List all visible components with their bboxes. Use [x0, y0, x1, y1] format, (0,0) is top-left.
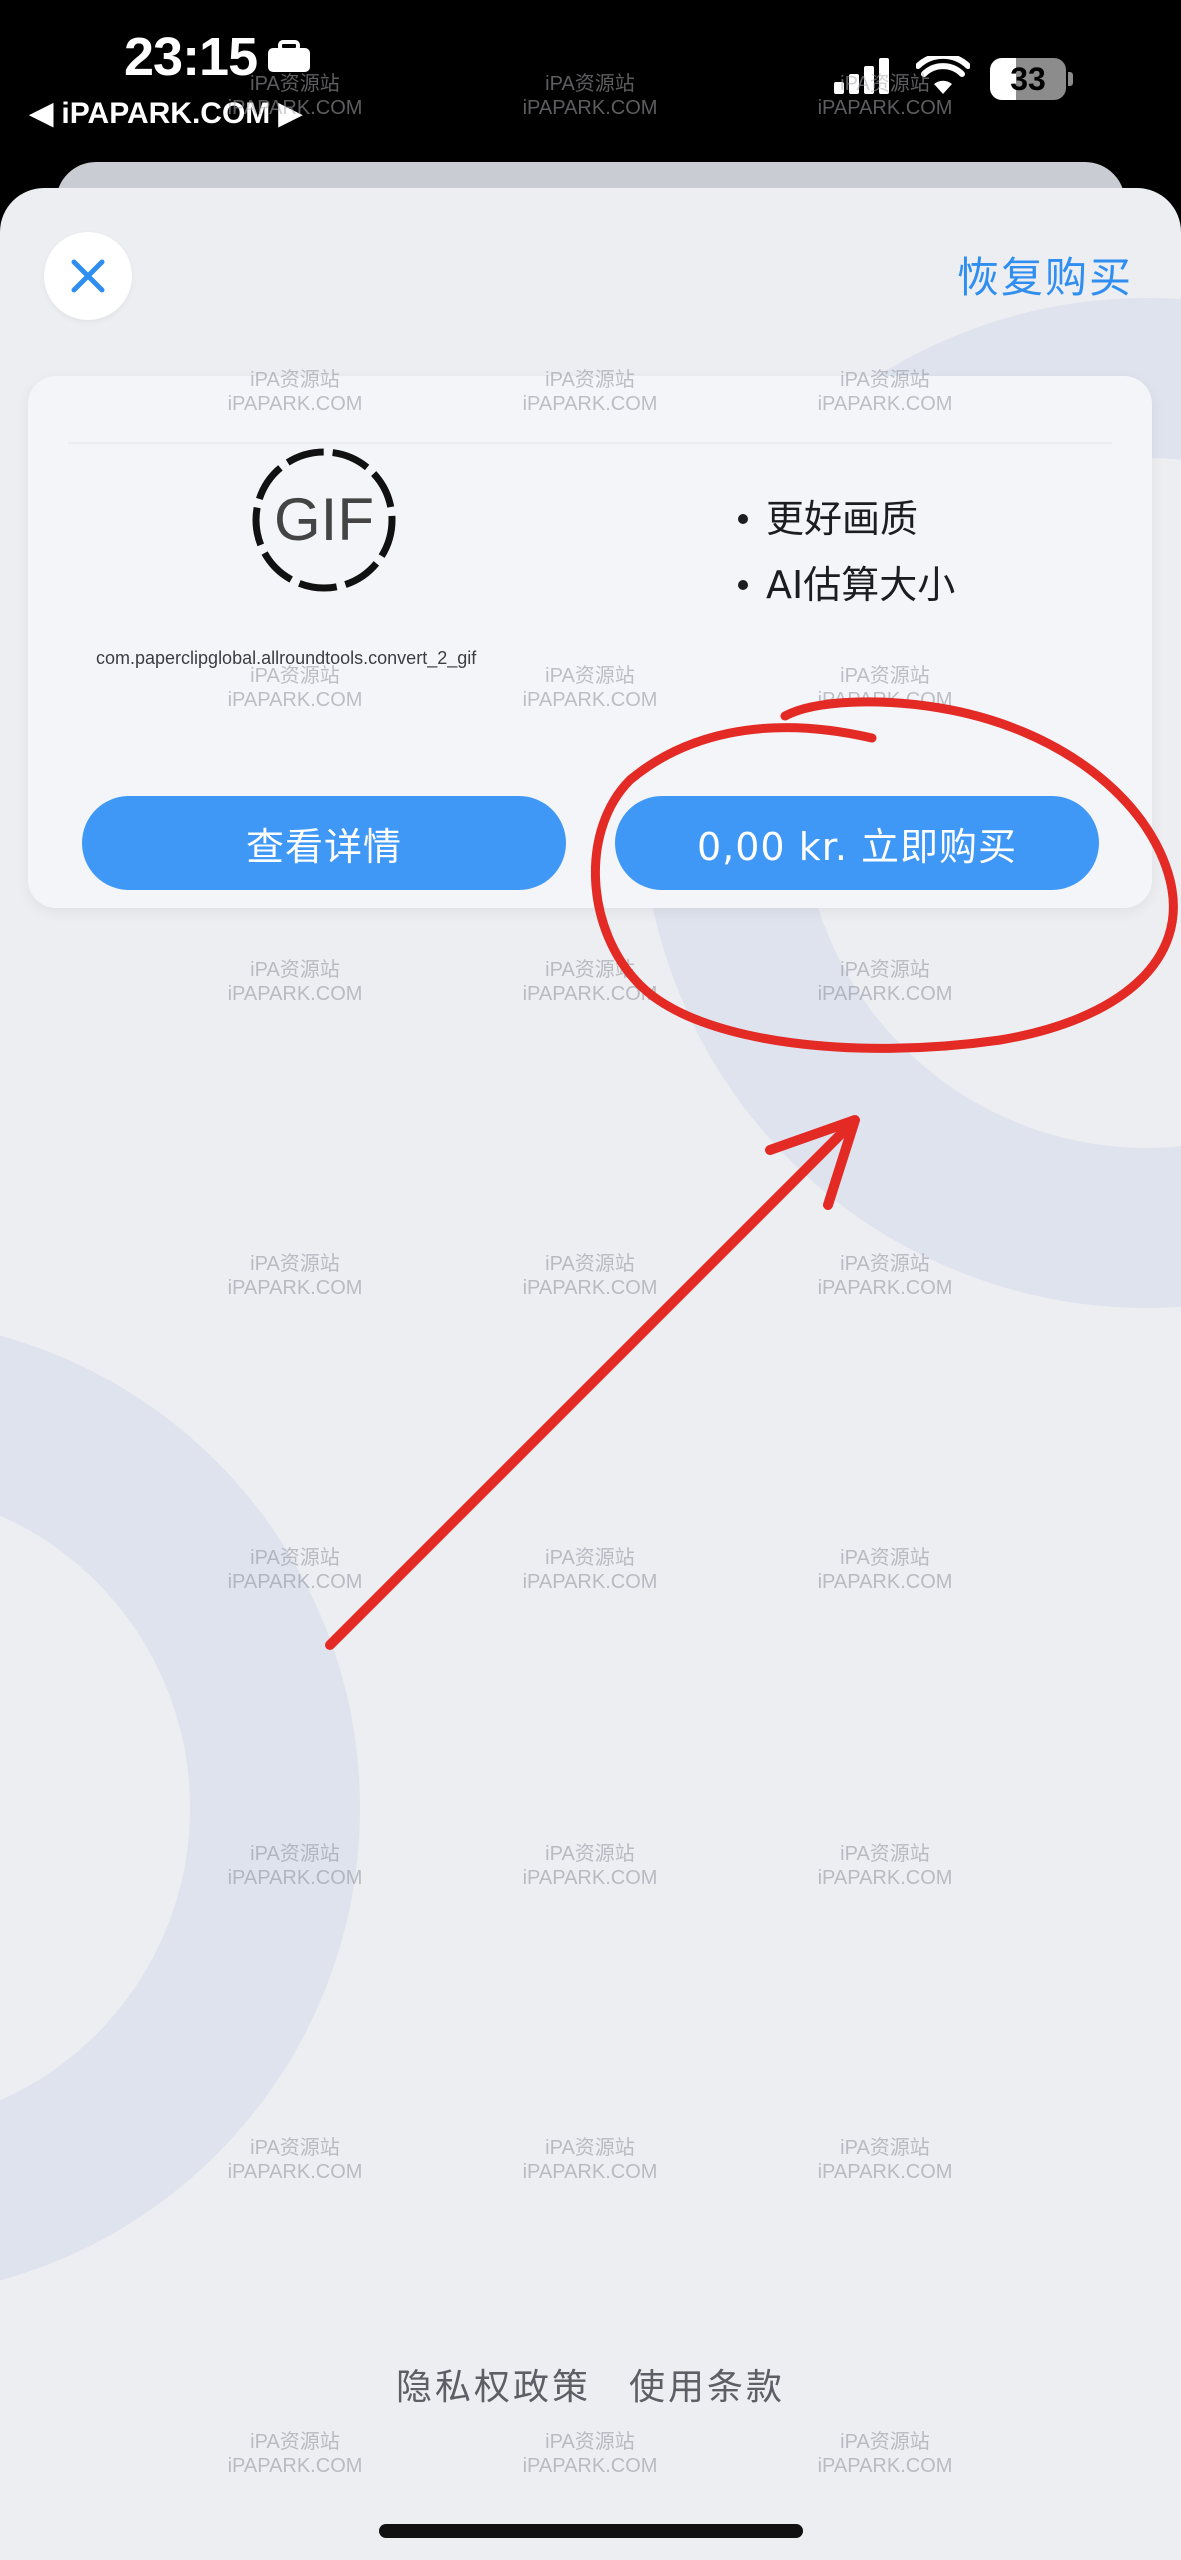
status-bar: 23:15 ◀ iPAPARK.COM ▶ 33 — [0, 0, 1181, 150]
feature-text: 更好画质 — [766, 497, 919, 541]
terms-of-use-link[interactable]: 使用条款 — [629, 2358, 785, 2410]
feature-item: AI估算大小 — [738, 552, 955, 618]
battery-level: 33 — [1010, 61, 1046, 97]
feature-item: 更好画质 — [738, 486, 955, 552]
home-indicator[interactable] — [379, 2524, 803, 2538]
view-details-button[interactable]: 查看详情 — [82, 796, 566, 890]
product-identifier: com.paperclipglobal.allroundtools.conver… — [96, 648, 477, 668]
feature-list: 更好画质 AI估算大小 — [738, 486, 955, 618]
close-button[interactable] — [44, 232, 132, 320]
bullet-icon — [738, 514, 748, 524]
restore-purchase-button[interactable]: 恢复购买 — [957, 244, 1133, 305]
purchase-sheet: 恢复购买 GIF com.paperclipglobal.allroundtoo… — [0, 188, 1181, 2560]
gif-logo-text: GIF — [274, 486, 374, 553]
card-divider — [68, 442, 1112, 444]
wifi-icon — [916, 56, 970, 94]
back-to-app-link[interactable]: ◀ iPAPARK.COM ▶ — [30, 96, 302, 131]
feature-text: AI估算大小 — [766, 563, 956, 607]
buy-now-button[interactable]: 0,00 kr. 立即购买 — [615, 796, 1099, 890]
battery-icon: 33 — [990, 58, 1074, 100]
footer-links: 隐私权政策 使用条款 — [0, 2358, 1181, 2410]
bullet-icon — [738, 580, 748, 590]
signal-icon — [834, 58, 889, 94]
privacy-policy-link[interactable]: 隐私权政策 — [396, 2358, 591, 2410]
decorative-ring — [0, 1318, 360, 2298]
gif-logo: GIF — [250, 446, 398, 594]
status-time: 23:15 — [124, 27, 258, 87]
product-card: GIF com.paperclipglobal.allroundtools.co… — [28, 376, 1152, 908]
close-icon — [71, 259, 105, 293]
suitcase-icon — [268, 40, 310, 72]
